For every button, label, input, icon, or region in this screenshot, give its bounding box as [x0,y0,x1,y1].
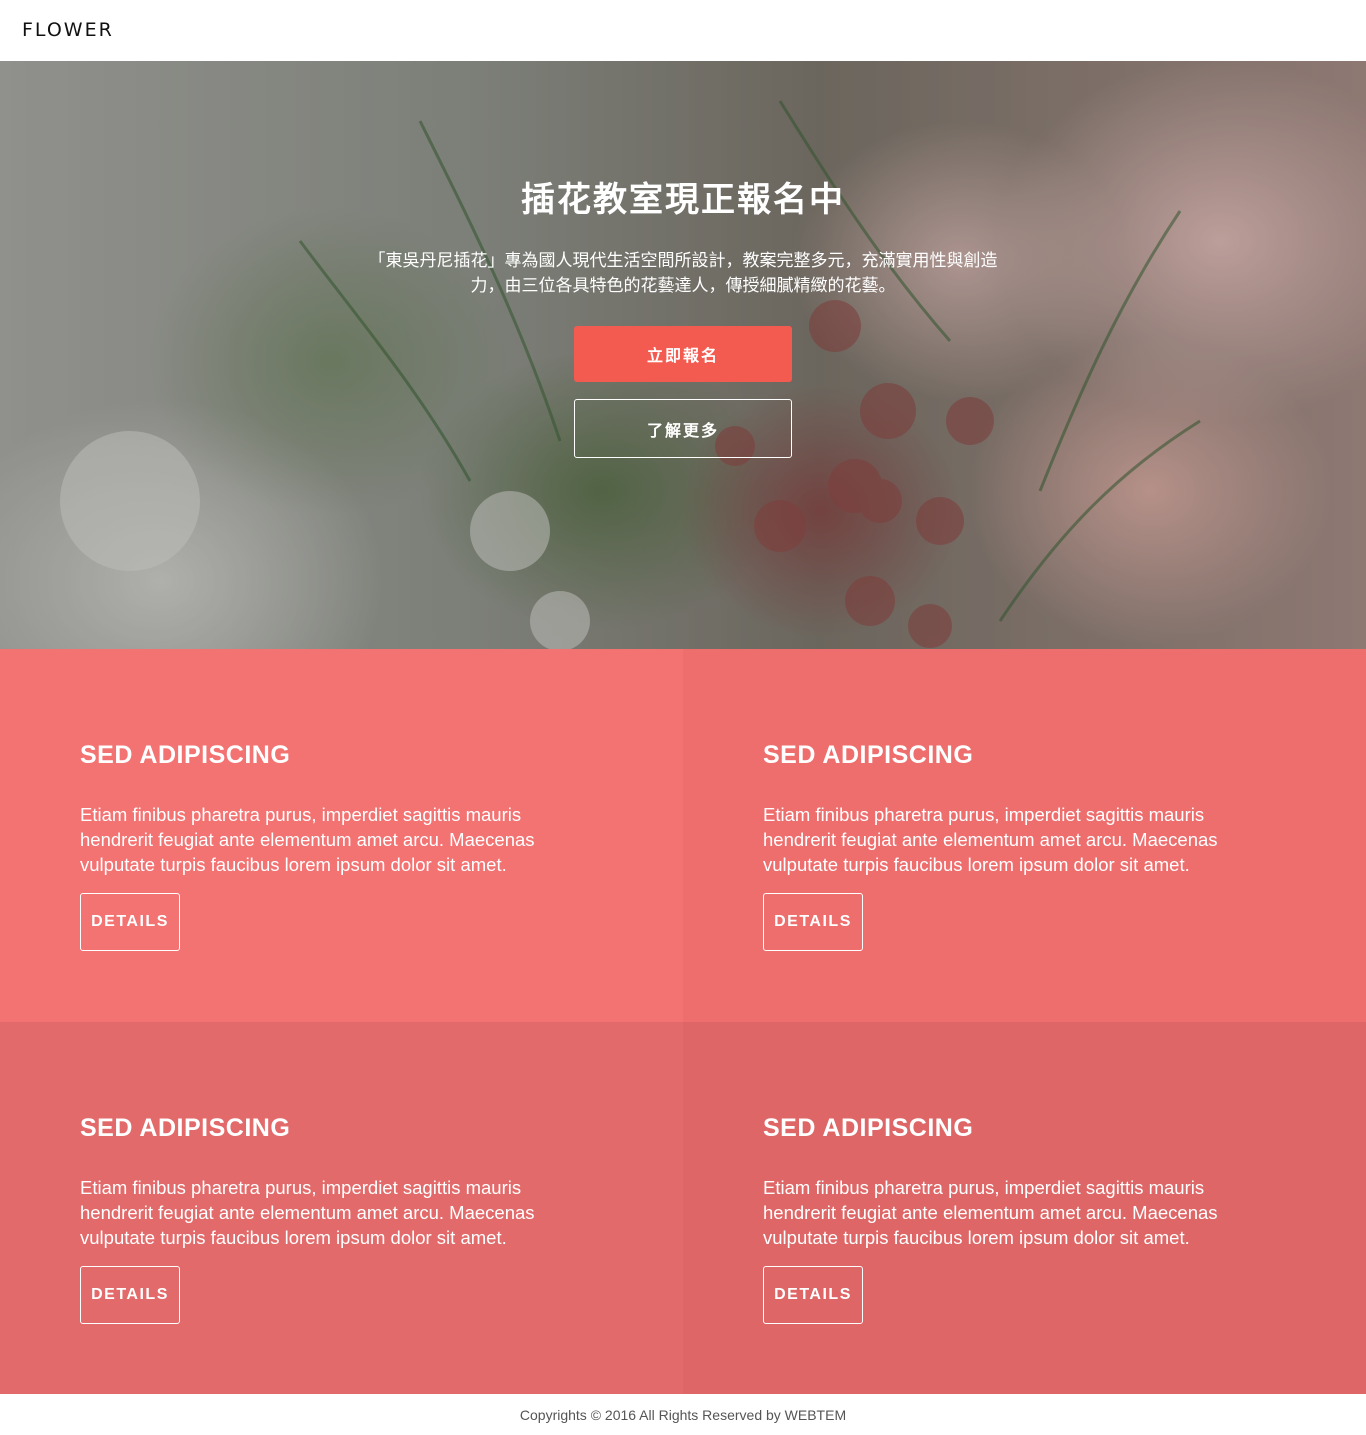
learn-more-button[interactable]: 了解更多 [574,399,792,458]
hero-section: 插花教室現正報名中 「東吳丹尼插花」專為國人現代生活空間所設計，教案完整多元，充… [0,61,1366,649]
feature-card: SED ADIPISCING Etiam finibus pharetra pu… [683,1022,1366,1394]
feature-title: SED ADIPISCING [80,1114,291,1142]
details-button[interactable]: DETAILS [80,893,180,951]
footer: Copyrights © 2016 All Rights Reserved by… [0,1394,1366,1435]
details-button[interactable]: DETAILS [763,1266,863,1324]
feature-text: Etiam finibus pharetra purus, imperdiet … [80,1177,535,1248]
top-navbar: FLOWER [0,0,1366,61]
feature-text: Etiam finibus pharetra purus, imperdiet … [763,804,1218,875]
feature-text: Etiam finibus pharetra purus, imperdiet … [80,804,535,875]
copyright-text: Copyrights © 2016 All Rights Reserved by… [519,1406,847,1423]
feature-card: SED ADIPISCING Etiam finibus pharetra pu… [683,649,1366,1022]
brand-logo[interactable]: FLOWER [22,19,114,41]
details-button[interactable]: DETAILS [763,893,863,951]
hero-description: 「東吳丹尼插花」專為國人現代生活空間所設計，教案完整多元，充滿實用性與創造力，由… [368,251,998,296]
feature-title: SED ADIPISCING [80,741,291,769]
feature-card: SED ADIPISCING Etiam finibus pharetra pu… [0,1022,683,1394]
feature-card: SED ADIPISCING Etiam finibus pharetra pu… [0,649,683,1022]
feature-title: SED ADIPISCING [763,1114,974,1142]
feature-title: SED ADIPISCING [763,741,974,769]
feature-text: Etiam finibus pharetra purus, imperdiet … [763,1177,1218,1248]
features-section: SED ADIPISCING Etiam finibus pharetra pu… [0,649,1366,1394]
signup-button[interactable]: 立即報名 [574,326,792,382]
details-button[interactable]: DETAILS [80,1266,180,1324]
hero-title: 插花教室現正報名中 [521,180,845,220]
